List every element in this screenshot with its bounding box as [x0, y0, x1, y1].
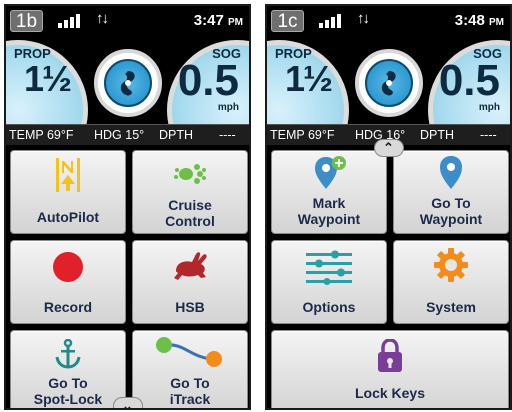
lock-keys-button[interactable]: Lock Keys: [271, 330, 509, 408]
autopilot-icon: [56, 158, 80, 192]
go-to-waypoint-label-line2: Waypoint: [419, 211, 483, 227]
system-label: System: [426, 299, 476, 315]
options-button[interactable]: Options: [271, 240, 387, 324]
options-label: Options: [302, 299, 356, 315]
record-icon: [53, 252, 83, 282]
prop-toggle-button[interactable]: [354, 49, 423, 117]
scroll-down-button[interactable]: ⌄: [112, 397, 143, 408]
cruise-control-label-line1: Cruise: [168, 197, 212, 213]
itrack-label-line1: Go To: [170, 375, 210, 391]
prop-value: 1½: [24, 58, 72, 99]
spot-lock-label-line1: Go To: [48, 375, 88, 391]
propeller-icon: [103, 59, 152, 107]
padlock-icon: [378, 339, 402, 372]
anchor-icon: [55, 339, 81, 369]
propeller-icon: [364, 59, 413, 107]
gauge-area: PROP 1½ SOG 0.5 mph: [6, 36, 249, 180]
hsb-label: HSB: [175, 299, 205, 315]
cruise-control-label-line2: Control: [165, 213, 215, 229]
prop-toggle-button[interactable]: [93, 49, 162, 117]
autopilot-label: AutoPilot: [36, 209, 100, 225]
depth-label: DPTH: [420, 128, 455, 142]
go-to-spot-lock-button[interactable]: Go To Spot-Lock: [10, 330, 126, 408]
mark-waypoint-button[interactable]: Mark Waypoint: [271, 150, 387, 234]
record-button[interactable]: Record: [10, 240, 126, 324]
spot-lock-label-line2: Spot-Lock: [33, 391, 103, 407]
sog-value: 0.5: [177, 56, 239, 105]
signal-strength-icon: [319, 14, 343, 28]
go-to-itrack-button[interactable]: Go To iTrack: [132, 330, 248, 408]
depth-value: ----: [219, 128, 236, 142]
go-to-waypoint-label-line1: Go To: [431, 195, 471, 211]
waypoint-pin-icon: [440, 156, 462, 189]
cruise-control-button[interactable]: Cruise Control: [132, 150, 248, 234]
itrack-label-line2: iTrack: [169, 391, 211, 407]
gear-icon: [434, 248, 468, 282]
signal-strength-icon: [58, 14, 82, 28]
cruise-control-icon: [174, 164, 206, 184]
clock: 3:47 PM: [193, 12, 243, 29]
info-bar: TEMP 69°F HDG 15° DPTH ----: [6, 124, 249, 146]
screen-1b: 1b ↑↓ 3:47 PM PROP 1½ SOG 0.5 mph TEMP 6…: [4, 4, 251, 410]
go-to-waypoint-button[interactable]: Go To Waypoint: [393, 150, 509, 234]
lock-keys-label: Lock Keys: [354, 385, 426, 401]
screen-label: 1c: [271, 10, 304, 32]
record-label: Record: [43, 299, 93, 315]
sog-value: 0.5: [438, 56, 500, 105]
screen-label: 1b: [10, 10, 43, 32]
sog-unit: mph: [478, 102, 500, 113]
clock: 3:48 PM: [454, 12, 504, 29]
mark-waypoint-icon: [315, 156, 346, 189]
data-transfer-icon: ↑↓: [357, 10, 370, 27]
prop-value: 1½: [285, 58, 333, 99]
scroll-up-button[interactable]: ⌃: [373, 139, 404, 157]
itrack-icon: [156, 337, 222, 367]
sog-unit: mph: [217, 102, 239, 113]
data-transfer-icon: ↑↓: [96, 10, 109, 27]
status-bar: 1c ↑↓ 3:48 PM: [267, 6, 510, 36]
depth-label: DPTH: [159, 128, 194, 142]
status-bar: 1b ↑↓ 3:47 PM: [6, 6, 249, 36]
screen-1c: 1c ↑↓ 3:48 PM PROP 1½ SOG 0.5 mph TEMP 6…: [265, 4, 512, 410]
rabbit-icon: [174, 252, 207, 280]
heading-readout: HDG 15°: [94, 128, 145, 142]
sliders-icon: [306, 250, 352, 285]
menu-grid: AutoPilot Cruise Control Record HSB Go T…: [6, 145, 249, 408]
mark-waypoint-label-line1: Mark: [312, 195, 346, 211]
depth-value: ----: [480, 128, 497, 142]
mark-waypoint-label-line2: Waypoint: [297, 211, 361, 227]
temperature-readout: TEMP 69°F: [270, 128, 335, 142]
system-button[interactable]: System: [393, 240, 509, 324]
menu-grid: ⌃ Mark Waypoint Go To Waypoint Options S…: [267, 139, 510, 408]
gauge-area: PROP 1½ SOG 0.5 mph: [267, 36, 510, 180]
hsb-button[interactable]: HSB: [132, 240, 248, 324]
autopilot-button[interactable]: AutoPilot: [10, 150, 126, 234]
temperature-readout: TEMP 69°F: [9, 128, 74, 142]
